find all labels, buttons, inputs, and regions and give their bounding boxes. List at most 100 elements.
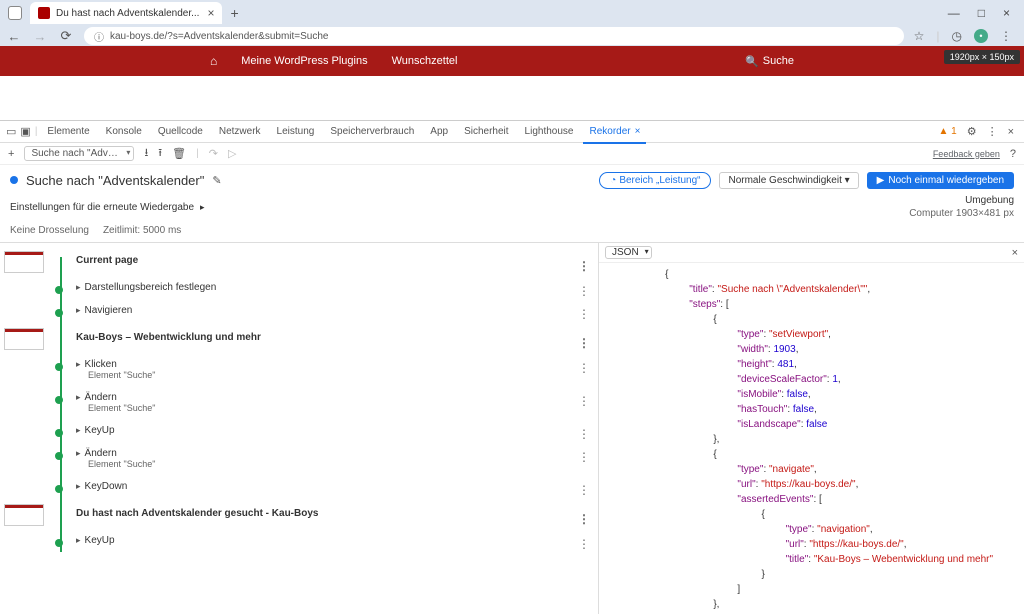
- throttle-value: Keine Drosselung: [10, 225, 89, 236]
- step-click[interactable]: Klicken: [85, 359, 117, 370]
- steps-pane[interactable]: Current page ⋮ ▸Darstellungsbereich fest…: [0, 243, 598, 614]
- dimension-tooltip: 1920px × 150px: [944, 50, 1020, 64]
- browser-tab[interactable]: Du hast nach Adventskalender... ×: [30, 2, 222, 24]
- reload-icon[interactable]: ⟳: [58, 28, 74, 44]
- tab-sicherheit[interactable]: Sicherheit: [458, 121, 514, 143]
- import-icon[interactable]: ⭳: [144, 144, 148, 163]
- step-more-icon[interactable]: ⋮: [578, 512, 590, 526]
- thumbnail-icon: [4, 251, 44, 273]
- speed-selector[interactable]: Normale Geschwindigkeit ▾: [719, 172, 858, 189]
- nav-plugins[interactable]: Meine WordPress Plugins: [241, 55, 367, 67]
- site-search[interactable]: 🔍 Suche: [745, 55, 794, 68]
- star-icon[interactable]: ☆: [914, 29, 925, 43]
- step-navigate[interactable]: Navigieren: [85, 305, 133, 316]
- more-icon[interactable]: ⋮: [987, 125, 998, 138]
- extension-icon[interactable]: ◷: [952, 29, 962, 43]
- step-over-icon[interactable]: ↷: [209, 147, 218, 160]
- format-selector[interactable]: JSON: [605, 246, 652, 259]
- nav-wishlist[interactable]: Wunschzettel: [392, 55, 458, 67]
- gear-icon[interactable]: ⚙: [967, 125, 977, 138]
- step-more-icon[interactable]: ⋮: [578, 307, 590, 321]
- delete-icon[interactable]: 🗑: [172, 147, 186, 160]
- tab-app[interactable]: App: [424, 121, 454, 143]
- browser-chrome: Du hast nach Adventskalender... × + — □ …: [0, 0, 1024, 46]
- feedback-link[interactable]: Feedback geben: [933, 149, 1000, 159]
- back-icon[interactable]: ←: [6, 29, 22, 44]
- environment-label: Umgebung: [909, 195, 1014, 206]
- step-change2[interactable]: Ändern: [85, 448, 117, 459]
- continue-icon[interactable]: ▷: [228, 147, 236, 160]
- tab-quellcode[interactable]: Quellcode: [152, 121, 209, 143]
- recording-selector[interactable]: Suche nach "Adventskalen...: [24, 146, 134, 161]
- tab-search-icon[interactable]: [8, 6, 22, 20]
- close-icon[interactable]: ×: [207, 6, 214, 20]
- help-icon[interactable]: ?: [1010, 148, 1016, 160]
- url-text: kau-boys.de/?s=Adventskalender&submit=Su…: [110, 31, 328, 42]
- site-header: ⌂ Meine WordPress Plugins Wunschzettel 🔍…: [0, 46, 1024, 76]
- recorder-toolbar: + Suche nach "Adventskalen... ⭳ ⭱ 🗑 | ↷ …: [0, 143, 1024, 165]
- tab-netzwerk[interactable]: Netzwerk: [213, 121, 267, 143]
- device-icon[interactable]: ▣: [20, 125, 30, 138]
- tab-elemente[interactable]: Elemente: [41, 121, 95, 143]
- search-label: Suche: [763, 55, 794, 67]
- environment-value: Computer 1903×481 px: [909, 208, 1014, 219]
- step-keydown[interactable]: KeyDown: [85, 481, 128, 492]
- menu-icon[interactable]: ⋮: [1000, 29, 1012, 43]
- recording-title: Suche nach "Adventskalender": [26, 173, 204, 188]
- new-tab-button[interactable]: +: [230, 5, 238, 21]
- devtools: ▭ ▣ | Elemente Konsole Quellcode Netzwer…: [0, 120, 1024, 614]
- address-bar[interactable]: ⓘ kau-boys.de/?s=Adventskalender&submit=…: [84, 27, 904, 45]
- page-blank-area: [0, 76, 1024, 120]
- tab-rekorder[interactable]: Rekorder×: [583, 121, 646, 143]
- home-icon[interactable]: ⌂: [210, 54, 217, 68]
- code-close-icon[interactable]: ×: [1012, 247, 1018, 259]
- performance-panel-button[interactable]: ◔Bereich „Leistung“: [599, 172, 711, 189]
- tab-konsole[interactable]: Konsole: [100, 121, 148, 143]
- step-more-icon[interactable]: ⋮: [578, 450, 590, 464]
- replay-button[interactable]: ▶Noch einmal wiedergeben: [867, 172, 1014, 189]
- tab-title: Du hast nach Adventskalender...: [56, 8, 199, 19]
- section-current-page[interactable]: Current page ⋮: [56, 251, 598, 276]
- replay-settings[interactable]: Einstellungen für die erneute Wiedergabe: [10, 202, 194, 213]
- section-kauboys[interactable]: Kau-Boys – Webentwicklung und mehr ⋮: [56, 328, 598, 353]
- pipe-sep: |: [936, 29, 939, 43]
- step-more-icon[interactable]: ⋮: [578, 336, 590, 350]
- step-more-icon[interactable]: ⋮: [578, 361, 590, 375]
- step-keyup2[interactable]: KeyUp: [85, 535, 115, 546]
- thumbnail-icon: [4, 328, 44, 350]
- inspect-icon[interactable]: ▭: [6, 125, 16, 138]
- timeout-value: Zeitlimit: 5000 ms: [103, 225, 181, 236]
- recording-header: Suche nach "Adventskalender" ✎ ◔Bereich …: [0, 165, 1024, 195]
- step-more-icon[interactable]: ⋮: [578, 259, 590, 273]
- json-content[interactable]: { "title": "Suche nach \"Adventskalender…: [599, 263, 1024, 614]
- step-more-icon[interactable]: ⋮: [578, 427, 590, 441]
- step-change[interactable]: Ändern: [85, 392, 117, 403]
- window-close-icon[interactable]: ×: [1003, 6, 1010, 20]
- maximize-icon[interactable]: □: [978, 6, 985, 20]
- step-more-icon[interactable]: ⋮: [578, 284, 590, 298]
- tab-leistung[interactable]: Leistung: [271, 121, 321, 143]
- edit-icon[interactable]: ✎: [212, 174, 221, 187]
- step-setviewport[interactable]: Darstellungsbereich festlegen: [85, 282, 217, 293]
- thumbnail-icon: [4, 504, 44, 526]
- site-info-icon[interactable]: ⓘ: [94, 29, 104, 44]
- step-keyup[interactable]: KeyUp: [85, 425, 115, 436]
- tab-lighthouse[interactable]: Lighthouse: [519, 121, 580, 143]
- tab-speicher[interactable]: Speicherverbrauch: [324, 121, 420, 143]
- forward-icon: →: [32, 29, 48, 44]
- section-search-result[interactable]: Du hast nach Adventskalender gesucht - K…: [56, 504, 598, 529]
- add-icon[interactable]: +: [8, 148, 14, 160]
- step-more-icon[interactable]: ⋮: [578, 394, 590, 408]
- step-more-icon[interactable]: ⋮: [578, 483, 590, 497]
- favicon-icon: [38, 7, 50, 19]
- tab-close-icon[interactable]: ×: [635, 126, 641, 137]
- code-pane: JSON × { "title": "Suche nach \"Adventsk…: [598, 243, 1024, 614]
- profile-icon[interactable]: •: [974, 29, 988, 43]
- search-icon: 🔍: [745, 55, 759, 68]
- devtools-close-icon[interactable]: ×: [1008, 126, 1014, 138]
- chevron-right-icon: ▸: [200, 202, 205, 213]
- export-icon[interactable]: ⭱: [158, 144, 162, 163]
- minimize-icon[interactable]: —: [948, 6, 960, 20]
- warnings-badge[interactable]: ▲ 1: [938, 126, 956, 137]
- step-more-icon[interactable]: ⋮: [578, 537, 590, 551]
